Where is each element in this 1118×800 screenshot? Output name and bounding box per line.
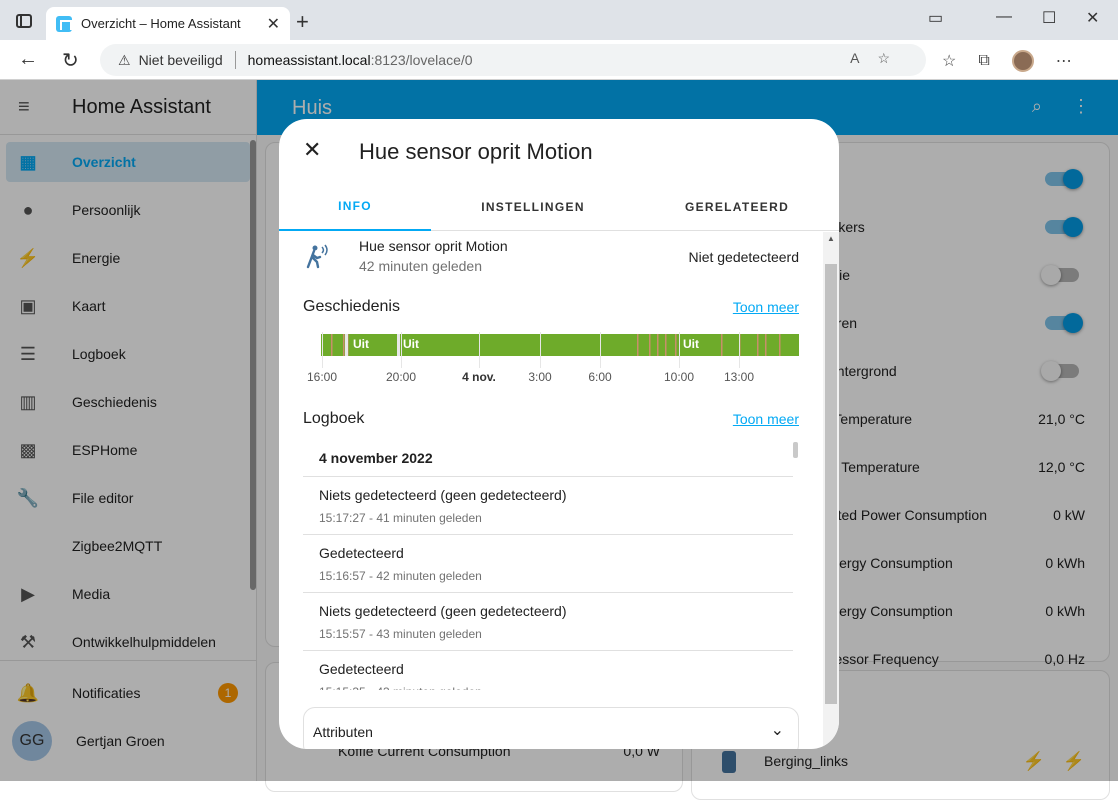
favorites-icon[interactable]: ☆ [942,51,956,71]
logbook-entry[interactable]: Gedetecteerd 15:16:57 - 42 minuten gelede… [303,534,793,592]
timeline-on-mark [343,334,345,356]
timeline-on-mark [779,334,781,356]
timeline-tick-label: 3:00 [528,370,552,384]
entity-state-row[interactable]: Hue sensor oprit Motion 42 minuten geled… [303,238,799,278]
omnibox-divider [234,51,236,69]
attributes-label: Attributen [313,724,373,740]
tab-instellingen[interactable]: INSTELLINGEN [431,183,635,231]
timeline-gridline [679,332,680,368]
minimize-icon[interactable]: — [996,8,1012,26]
warning-icon[interactable]: ⚠ [118,52,131,69]
logbook-entry[interactable]: Gedetecteerd 15:15:35 - 43 minuten gelede… [303,650,793,690]
close-icon[interactable]: ✕ [303,137,321,163]
window-snap-icon[interactable]: ▭ [928,8,943,28]
dialog-title: Hue sensor oprit Motion [359,139,593,164]
logbook-timestamp: 15:17:27 - 41 minuten geleden [319,511,482,525]
entity-state: Niet gedetecteerd [688,249,799,265]
more-options-icon[interactable]: ⋯ [1056,51,1072,71]
reload-icon[interactable]: ↻ [62,48,79,73]
logbook-timestamp: 15:15:35 - 43 minuten geleden [319,685,482,690]
read-aloud-icon[interactable]: A [850,50,877,66]
logbook-show-more-link[interactable]: Toon meer [733,411,799,427]
timeline-tick-label: 20:00 [385,370,417,384]
tab-gerelateerd[interactable]: GERELATEERD [635,183,839,231]
scroll-up-arrow-icon[interactable]: ▲ [827,234,835,243]
logbook-list: 4 november 2022 Niets gedetecteerd (geen… [303,440,801,690]
history-timeline[interactable]: Uit Uit Uit [321,334,799,356]
logbook-message: Gedetecteerd [319,661,404,677]
timeline-tick-label: 6:00 [588,370,612,384]
timeline-separator [345,334,348,356]
timeline-gridline [600,332,601,368]
timeline-segment-label: Uit [403,337,419,351]
timeline-off-band [321,334,799,356]
logbook-scrollbar[interactable] [793,442,798,458]
timeline-tick-label: 13:00 [723,370,755,384]
add-favorite-icon[interactable]: ☆ [877,50,908,66]
dialog-scrollbar-thumb[interactable] [825,264,837,704]
logbook-timestamp: 15:16:57 - 42 minuten geleden [319,569,482,583]
tab-actions-icon[interactable] [16,14,32,28]
entity-name: Hue sensor oprit Motion [359,238,508,254]
timeline-on-mark [649,334,651,356]
timeline-on-mark [675,334,677,356]
timeline-gridline [401,332,402,368]
timeline-gridline [739,332,740,368]
logbook-date: 4 november 2022 [319,450,433,466]
logbook-heading: Logboek [303,410,365,427]
timeline-on-mark [765,334,767,356]
motion-sensor-icon [303,242,333,272]
logbook-message: Niets gedetecteerd (geen gedetecteerd) [319,487,567,503]
timeline-gridline [479,332,480,368]
maximize-icon[interactable]: ☐ [1042,8,1056,28]
timeline-tick-label: 16:00 [306,370,338,384]
timeline-on-mark [637,334,639,356]
back-arrow-icon[interactable]: ← [18,48,38,71]
history-heading: Geschiedenis [303,298,400,315]
tab-title: Overzicht – Home Assistant [81,16,241,31]
tab-info[interactable]: INFO [279,183,431,231]
history-show-more-link[interactable]: Toon meer [733,299,799,315]
timeline-on-mark [665,334,667,356]
timeline-gridline [322,332,323,368]
tab-close-icon[interactable]: ✕ [267,14,280,34]
browser-tab-bar: Overzicht – Home Assistant ✕ + ▭ — ☐ ✕ [0,0,1118,40]
browser-tab[interactable]: Overzicht – Home Assistant ✕ [46,7,290,40]
timeline-on-mark [757,334,759,356]
timeline-on-mark [331,334,333,356]
window-close-icon[interactable]: ✕ [1086,8,1099,28]
entity-last-changed: 42 minuten geleden [359,258,482,274]
profile-avatar[interactable] [1011,50,1034,72]
url-host: homeassistant.local [247,52,371,68]
timeline-on-mark [657,334,659,356]
new-tab-button[interactable]: + [296,9,309,35]
more-info-dialog: ✕ Hue sensor oprit Motion INFO INSTELLIN… [279,119,839,749]
timeline-gridline [540,332,541,368]
logbook-entry[interactable]: Niets gedetecteerd (geen gedetecteerd) 15… [303,476,793,534]
url-field[interactable]: ⚠ Niet beveiligd homeassistant.local :81… [100,44,926,76]
logbook-message: Niets gedetecteerd (geen gedetecteerd) [319,603,567,619]
timeline-on-mark [721,334,723,356]
timeline-segment-label: Uit [683,337,699,351]
timeline-tick-label: 4 nov. [462,370,496,384]
logbook-entry[interactable]: Niets gedetecteerd (geen gedetecteerd) 15… [303,592,793,650]
logbook-message: Gedetecteerd [319,545,404,561]
url-path: :8123/lovelace/0 [370,52,473,68]
timeline-separator [397,334,400,356]
collections-icon[interactable]: ⧉ [978,52,989,70]
dialog-body: Hue sensor oprit Motion 42 minuten geled… [279,232,839,749]
attributes-expander[interactable]: Attributen ⌄ [303,707,799,749]
timeline-segment-label: Uit [353,337,369,351]
dialog-tabs: INFO INSTELLINGEN GERELATEERD [279,183,839,231]
chevron-down-icon: ⌄ [770,722,784,739]
home-assistant-favicon-icon [56,15,72,32]
browser-address-bar: ← ↻ ⚠ Niet beveiligd homeassistant.local… [0,40,1118,80]
timeline-tick-label: 10:00 [663,370,695,384]
logbook-timestamp: 15:15:57 - 43 minuten geleden [319,627,482,641]
security-label[interactable]: Niet beveiligd [139,52,223,68]
